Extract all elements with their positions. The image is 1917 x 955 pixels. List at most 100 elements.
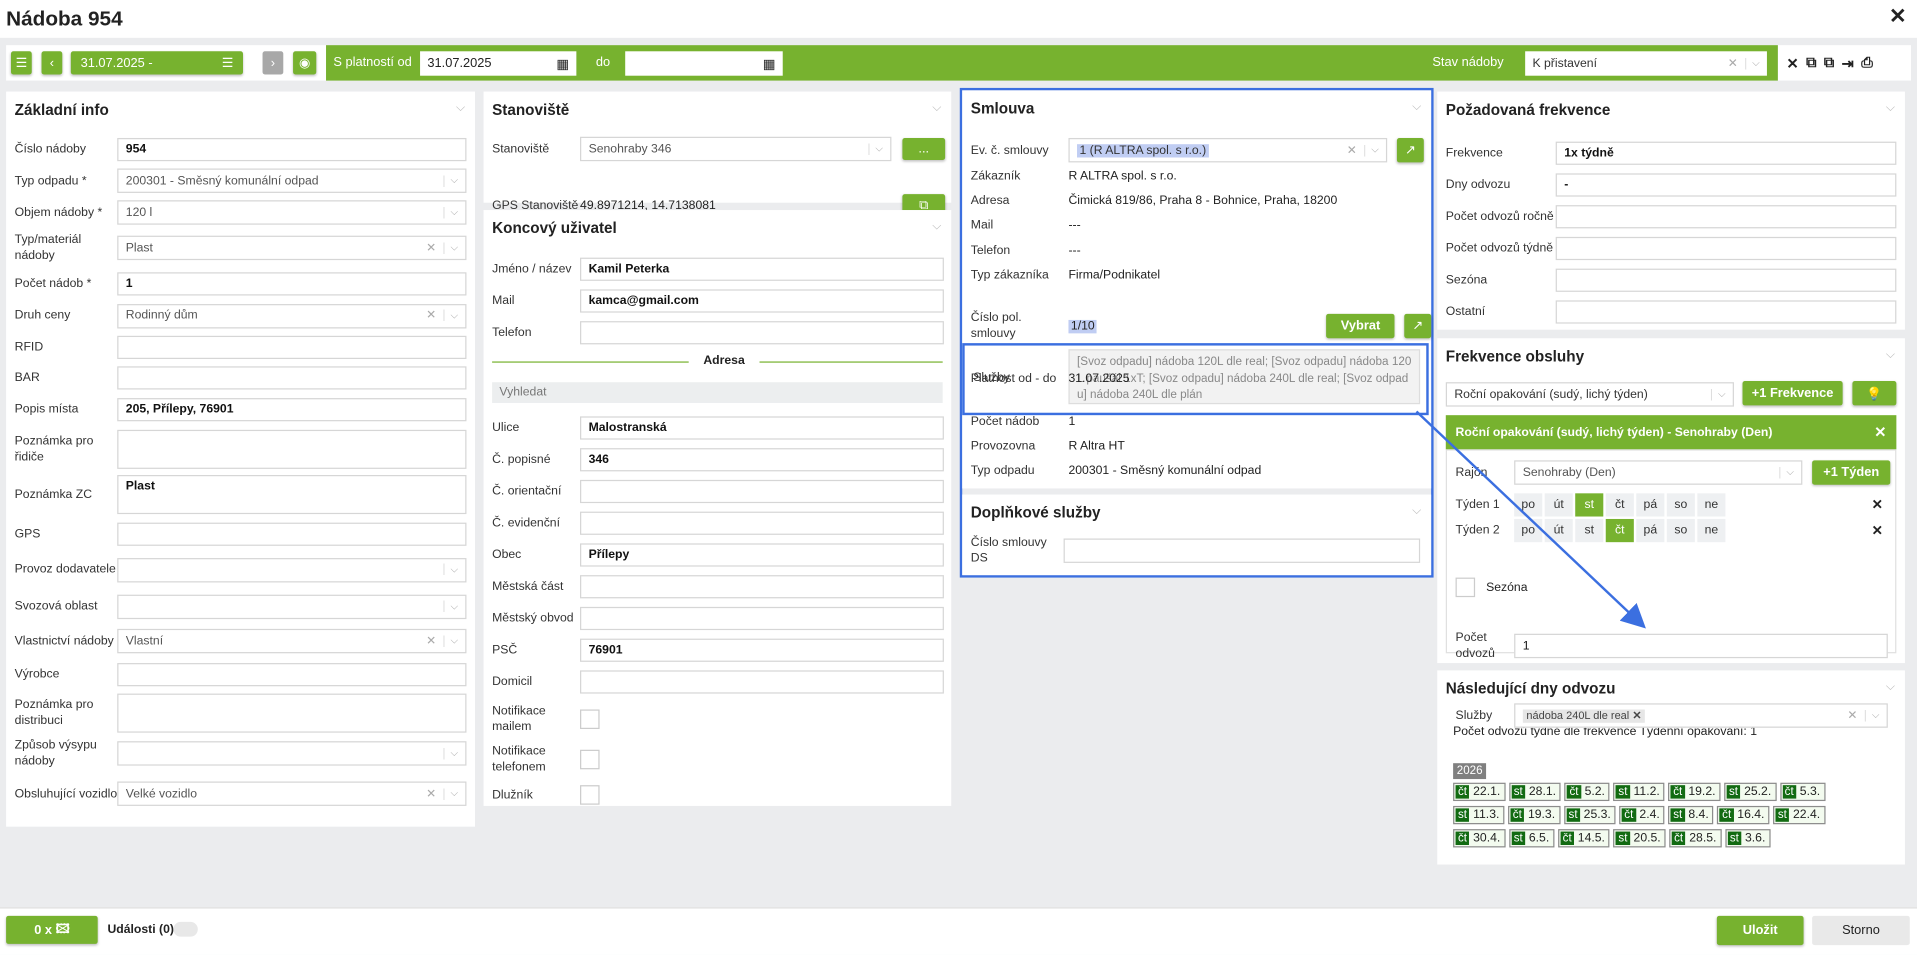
add-frequency-button[interactable]: +1 Frekvence bbox=[1742, 380, 1843, 406]
ostatni-input[interactable] bbox=[1555, 299, 1897, 323]
rfid-input[interactable] bbox=[117, 335, 467, 360]
clear-icon[interactable]: ✕ bbox=[1728, 57, 1738, 70]
c-evidencni-input[interactable] bbox=[580, 511, 944, 535]
mail-input[interactable]: kamca@gmail.com bbox=[580, 288, 944, 312]
chevron-down-icon[interactable]: ⌵ bbox=[1886, 680, 1895, 693]
chevron-down-icon[interactable]: ⌵ bbox=[450, 310, 457, 322]
svozova-oblast-select[interactable]: | ⌵ bbox=[117, 594, 467, 619]
chevron-down-icon[interactable]: ⌵ bbox=[1412, 504, 1421, 517]
poznamka-zc-input[interactable]: Plast bbox=[117, 475, 467, 515]
typ-odpadu-select[interactable]: 200301 - Směsný komunální odpad | ⌵ bbox=[117, 168, 467, 193]
day-toggle-po[interactable]: po bbox=[1514, 492, 1543, 516]
chevron-down-icon[interactable]: ⌵ bbox=[1872, 709, 1879, 721]
c-orientacni-input[interactable] bbox=[580, 479, 944, 503]
district-select[interactable]: Senohraby (Den) | ⌵ bbox=[1514, 460, 1803, 485]
gps-input[interactable] bbox=[117, 522, 467, 546]
vyrobce-input[interactable] bbox=[117, 662, 467, 686]
photos-button[interactable]: 0 x 🖾 bbox=[6, 915, 98, 944]
day-toggle-pa[interactable]: pá bbox=[1636, 518, 1665, 542]
notifikace-telefonem-checkbox[interactable] bbox=[580, 749, 600, 770]
clear-icon[interactable]: ✕ bbox=[1347, 143, 1357, 156]
calendar-icon[interactable]: ▦ bbox=[556, 56, 569, 72]
chevron-down-icon[interactable]: ⌵ bbox=[450, 242, 457, 254]
remove-week-icon[interactable]: ✕ bbox=[1872, 522, 1883, 538]
chevron-down-icon[interactable]: ⌵ bbox=[450, 564, 457, 576]
copy-right-icon[interactable]: ⧉ bbox=[1824, 54, 1834, 72]
pocet-odvozu-tydne-input[interactable] bbox=[1555, 236, 1897, 260]
zpusob-vysypu-nadoby-select[interactable]: | ⌵ bbox=[117, 741, 467, 766]
chevron-down-icon[interactable]: ⌵ bbox=[450, 206, 457, 218]
save-button[interactable]: Uložit bbox=[1716, 915, 1804, 946]
eye-icon[interactable]: ◉ bbox=[293, 51, 317, 75]
chevron-down-icon[interactable]: ⌵ bbox=[450, 635, 457, 647]
clear-icon[interactable]: ✕ bbox=[426, 241, 436, 254]
day-toggle-ct[interactable]: čt bbox=[1605, 492, 1634, 516]
jmeno-nazev-input[interactable]: Kamil Peterka bbox=[580, 257, 944, 281]
clear-icon[interactable]: ✕ bbox=[426, 309, 436, 322]
c-popisne-input[interactable]: 346 bbox=[580, 447, 944, 471]
frekvence-input[interactable]: 1x týdně bbox=[1555, 141, 1897, 165]
lightbulb-icon[interactable]: 💡 bbox=[1852, 380, 1897, 406]
popis-mista-input[interactable]: 205, Přílepy, 76901 bbox=[117, 398, 467, 422]
clear-icon[interactable]: ✕ bbox=[426, 787, 436, 800]
open-external-icon[interactable]: ↗ bbox=[1404, 313, 1432, 339]
copy-left-icon[interactable]: ⧉ bbox=[1806, 54, 1816, 72]
close-icon[interactable]: ✕ bbox=[1786, 54, 1798, 71]
site-select[interactable]: Senohraby 346 | ⌵ bbox=[580, 136, 892, 162]
count-input[interactable]: 1 bbox=[1514, 633, 1888, 659]
select-button[interactable]: Vybrat bbox=[1326, 313, 1395, 339]
sezona-input[interactable] bbox=[1555, 268, 1897, 292]
chevron-down-icon[interactable]: ⌵ bbox=[1886, 348, 1895, 361]
chevron-down-icon[interactable]: ⌵ bbox=[1752, 57, 1759, 69]
day-toggle-ut[interactable]: út bbox=[1544, 492, 1573, 516]
remove-week-icon[interactable]: ✕ bbox=[1872, 496, 1883, 513]
day-toggle-po[interactable]: po bbox=[1514, 518, 1543, 542]
export-icon[interactable]: ⇥ bbox=[1842, 54, 1854, 71]
poznamka-pro-distribuci-input[interactable] bbox=[117, 692, 467, 733]
telefon-input[interactable] bbox=[580, 320, 944, 344]
chevron-left-icon[interactable]: ‹ bbox=[41, 51, 63, 75]
provoz-dodavatele-select[interactable]: | ⌵ bbox=[117, 557, 467, 582]
dluznik-checkbox[interactable] bbox=[580, 785, 600, 805]
more-button[interactable]: ... bbox=[902, 137, 946, 160]
chevron-down-icon[interactable]: ⌵ bbox=[450, 600, 457, 612]
close-icon[interactable]: ✕ bbox=[1889, 5, 1906, 29]
chevron-down-icon[interactable]: ⌵ bbox=[1886, 101, 1895, 114]
valid-from-input[interactable]: 31.07.2025 ▦ bbox=[420, 51, 577, 76]
ds-input[interactable] bbox=[1063, 538, 1421, 563]
contract-select[interactable]: 1 (R ALTRA spol. s r.o.) ✕ | ⌵ bbox=[1068, 137, 1388, 163]
pocet-nadob-input[interactable]: 1 bbox=[117, 271, 467, 295]
valid-to-input[interactable]: ▦ bbox=[625, 51, 783, 76]
frequency-select[interactable]: Roční opakování (sudý, lichý týden) | ⌵ bbox=[1445, 382, 1734, 407]
day-toggle-ne[interactable]: ne bbox=[1697, 492, 1726, 516]
add-week-button[interactable]: +1 Týden bbox=[1812, 460, 1891, 485]
remove-tag-icon[interactable]: ✕ bbox=[1632, 709, 1641, 721]
chevron-down-icon[interactable]: ⌵ bbox=[1412, 100, 1421, 113]
chevron-down-icon[interactable]: ⌵ bbox=[932, 220, 941, 233]
chevron-down-icon[interactable]: ⌵ bbox=[456, 101, 465, 114]
mestsky-obvod-input[interactable] bbox=[580, 606, 944, 630]
chevron-down-icon[interactable]: ⌵ bbox=[450, 788, 457, 800]
chevron-down-icon[interactable]: ⌵ bbox=[450, 175, 457, 187]
obec-input[interactable]: Přílepy bbox=[580, 542, 944, 566]
clear-icon[interactable]: ✕ bbox=[1847, 709, 1857, 722]
period-selector[interactable]: 31.07.2025 - ☰ bbox=[70, 51, 243, 75]
notifikace-mailem-checkbox[interactable] bbox=[580, 709, 600, 729]
cancel-button[interactable]: Storno bbox=[1812, 915, 1910, 946]
obsluhujici-vozidlo-select[interactable]: Velké vozidlo ✕ | ⌵ bbox=[117, 781, 467, 806]
day-toggle-ne[interactable]: ne bbox=[1697, 518, 1726, 542]
services-select[interactable]: nádoba 240L dle real ✕ ✕ | ⌵ bbox=[1514, 703, 1888, 728]
chevron-right-icon[interactable]: › bbox=[262, 51, 284, 75]
chevron-down-icon[interactable]: ⌵ bbox=[450, 747, 457, 759]
pocet-odvozu-rocne-input[interactable] bbox=[1555, 204, 1897, 228]
close-icon[interactable]: ✕ bbox=[1874, 424, 1886, 441]
calendar-icon[interactable]: ▦ bbox=[763, 56, 776, 72]
season-checkbox[interactable] bbox=[1455, 577, 1476, 598]
day-toggle-st[interactable]: st bbox=[1575, 518, 1604, 542]
day-toggle-so[interactable]: so bbox=[1666, 518, 1695, 542]
objem-nadoby-select[interactable]: 120 l | ⌵ bbox=[117, 200, 467, 225]
address-search-input[interactable]: Vyhledat bbox=[492, 382, 943, 403]
ulice-input[interactable]: Malostranská bbox=[580, 415, 944, 439]
events-toggle[interactable] bbox=[173, 921, 198, 937]
psc-input[interactable]: 76901 bbox=[580, 638, 944, 662]
